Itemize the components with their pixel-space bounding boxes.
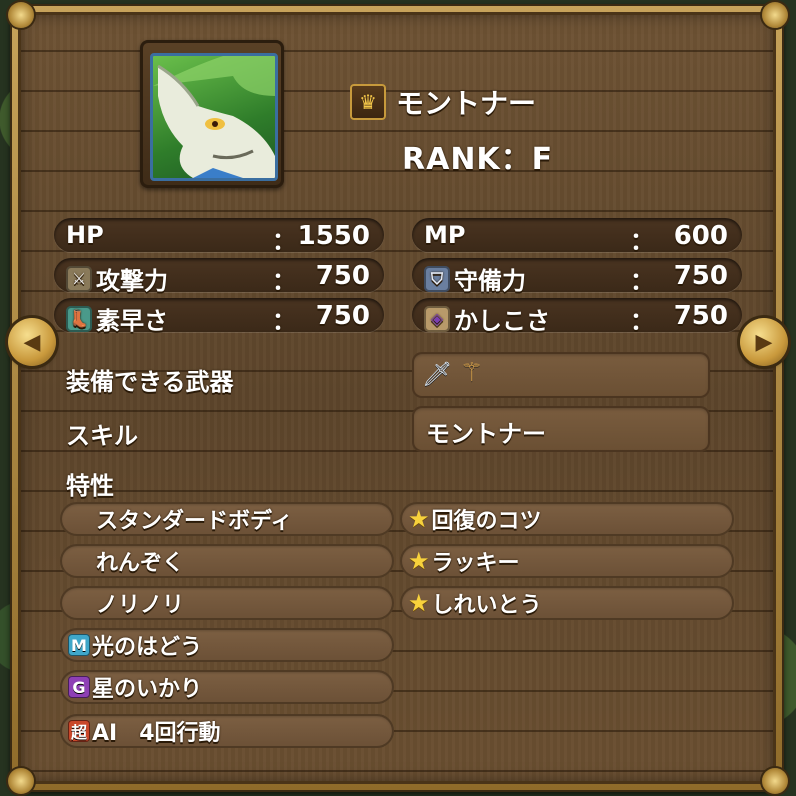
trait-item[interactable]: ノリノリ bbox=[60, 586, 394, 620]
stat-colon: ： bbox=[630, 227, 654, 255]
chevron-left-icon: ◀ bbox=[23, 329, 41, 355]
stat-mp: MP ： 600 bbox=[412, 218, 742, 255]
prev-arrow-button[interactable]: ◀ bbox=[8, 318, 56, 366]
monster-name-row: ♛ モントナー bbox=[350, 82, 536, 122]
skill-box[interactable]: モントナー bbox=[412, 406, 710, 452]
trait-text: AI 4回行動 bbox=[92, 721, 221, 746]
trait-item[interactable]: 超 AI 4回行動 bbox=[60, 714, 394, 748]
monster-portrait bbox=[150, 53, 278, 181]
trait-item[interactable]: ★ しれいとう bbox=[400, 586, 734, 620]
chevron-right-icon: ▶ bbox=[755, 329, 773, 355]
stat-value: 750 bbox=[673, 301, 728, 331]
skill-value: モントナー bbox=[426, 420, 546, 448]
trait-item[interactable]: スタンダードボディ bbox=[60, 502, 394, 536]
traits-label: 特性 bbox=[66, 472, 114, 500]
corner-ornament bbox=[762, 2, 788, 28]
trait-text: スタンダードボディ bbox=[96, 509, 293, 534]
stat-colon: ： bbox=[630, 267, 654, 295]
star-icon: ★ bbox=[408, 547, 430, 575]
trait-item[interactable]: れんぞく bbox=[60, 544, 394, 578]
monster-image bbox=[153, 56, 275, 178]
corner-ornament bbox=[8, 2, 34, 28]
necklace-icon: ◈ bbox=[424, 305, 450, 332]
stat-speed: 👢 素早さ ： 750 bbox=[54, 298, 384, 335]
trait-text: ノリノリ bbox=[96, 593, 185, 618]
crown-icon: ♛ bbox=[350, 84, 386, 120]
stat-attack: ⚔ 攻撃力 ： 750 bbox=[54, 258, 384, 295]
star-icon: ★ bbox=[408, 505, 430, 533]
trait-text: れんぞく bbox=[96, 551, 185, 576]
trait-item[interactable]: M 光のはどう bbox=[60, 628, 394, 662]
stat-value: 750 bbox=[673, 261, 728, 291]
stat-label: 守備力 bbox=[454, 267, 526, 295]
stat-colon: ： bbox=[272, 227, 296, 255]
shield-icon: ⛉ bbox=[424, 265, 450, 292]
stat-label: 攻撃力 bbox=[96, 267, 168, 295]
stat-value: 750 bbox=[315, 301, 370, 331]
stat-defense: ⛉ 守備力 ： 750 bbox=[412, 258, 742, 295]
stat-value: 750 bbox=[315, 261, 370, 291]
stat-hp: HP ： 1550 bbox=[54, 218, 384, 255]
g-tag-icon: G bbox=[68, 676, 90, 698]
m-tag-icon: M bbox=[68, 634, 90, 656]
monster-rank: RANK：F bbox=[402, 142, 554, 177]
trait-item[interactable]: ★ 回復のコツ bbox=[400, 502, 734, 536]
trait-item[interactable]: G 星のいかり bbox=[60, 670, 394, 704]
equipment-label: 装備できる武器 bbox=[66, 368, 234, 396]
stat-label: 素早さ bbox=[96, 307, 168, 335]
stat-label: MP bbox=[424, 221, 466, 249]
staff-icon: ⚚ bbox=[460, 358, 484, 388]
next-arrow-button[interactable]: ▶ bbox=[740, 318, 788, 366]
equipment-box[interactable]: 🗡 ⚚ bbox=[412, 352, 710, 398]
trait-text: しれいとう bbox=[431, 593, 542, 618]
super-tag-icon: 超 bbox=[68, 720, 90, 742]
star-icon: ★ bbox=[408, 589, 430, 617]
stat-colon: ： bbox=[272, 267, 296, 295]
boot-icon: 👢 bbox=[66, 305, 92, 332]
sword-icon: 🗡 bbox=[422, 360, 453, 388]
stat-label: かしこさ bbox=[454, 307, 550, 335]
trait-text: 光のはどう bbox=[92, 635, 203, 660]
info-panel bbox=[18, 12, 776, 784]
skill-label: スキル bbox=[66, 422, 138, 450]
trait-text: ラッキー bbox=[431, 551, 520, 576]
stat-value: 1550 bbox=[297, 221, 370, 251]
trait-text: 回復のコツ bbox=[431, 509, 542, 534]
stat-wisdom: ◈ かしこさ ： 750 bbox=[412, 298, 742, 335]
trait-text: 星のいかり bbox=[92, 677, 203, 702]
trait-item[interactable]: ★ ラッキー bbox=[400, 544, 734, 578]
stat-value: 600 bbox=[673, 221, 728, 251]
stat-colon: ： bbox=[630, 307, 654, 335]
stat-colon: ： bbox=[272, 307, 296, 335]
stat-label: HP bbox=[66, 221, 104, 249]
corner-ornament bbox=[762, 768, 788, 794]
sword-icon: ⚔ bbox=[66, 265, 92, 292]
corner-ornament bbox=[8, 768, 34, 794]
monster-name: モントナー bbox=[396, 87, 537, 120]
